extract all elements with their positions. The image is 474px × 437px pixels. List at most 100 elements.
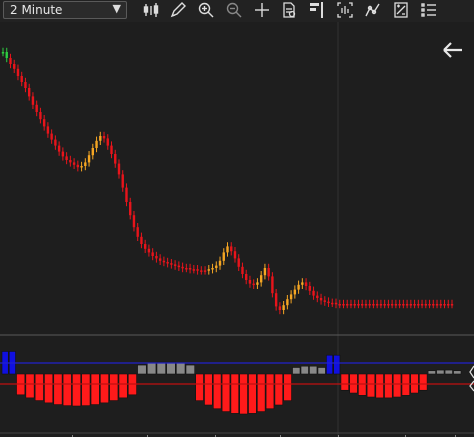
- candle-body: [432, 304, 435, 306]
- candle-body: [319, 298, 323, 301]
- candle-body: [383, 304, 386, 306]
- candle-body: [140, 236, 143, 244]
- candle-body: [267, 268, 270, 277]
- indicator-bar: [340, 373, 349, 391]
- indicator-bar: [358, 373, 367, 396]
- indicator-bar: [100, 373, 109, 404]
- indicator-bar: [444, 369, 453, 375]
- candle-body: [278, 306, 282, 310]
- candle-body: [155, 256, 158, 259]
- indicator-bar: [34, 373, 44, 401]
- candle-body: [435, 304, 439, 306]
- candle-body: [24, 82, 27, 88]
- candle-body: [271, 276, 274, 294]
- candle-body: [147, 248, 151, 253]
- candle-body: [252, 283, 255, 286]
- candle-body: [117, 163, 121, 175]
- candle-body: [353, 304, 356, 306]
- indicator-bar: [156, 361, 166, 375]
- timeframe-value: 2 Minute: [10, 3, 63, 17]
- candle-body: [69, 160, 72, 163]
- indicator-bar: [283, 373, 292, 401]
- candle-body: [222, 252, 225, 261]
- candle-body: [57, 145, 61, 152]
- candle-body: [368, 304, 371, 306]
- candle-body: [200, 270, 203, 272]
- candle-body: [61, 151, 65, 157]
- indicator-bar: [257, 373, 266, 412]
- candle-body: [286, 299, 289, 306]
- indicator-bar: [204, 373, 213, 406]
- candle-body: [181, 266, 184, 269]
- candle-body: [102, 136, 106, 139]
- candle-body: [331, 302, 334, 305]
- candle-body: [211, 268, 214, 270]
- indicator-bar: [176, 362, 186, 375]
- indicator-bar: [309, 365, 318, 375]
- candle-body: [405, 304, 409, 306]
- candle-body: [9, 58, 12, 64]
- zoom-out-icon[interactable]: [225, 1, 243, 19]
- candle-body: [301, 282, 304, 285]
- candle-body: [35, 104, 38, 112]
- templates-icon[interactable]: [420, 1, 438, 19]
- pencil-draw-icon[interactable]: [169, 1, 187, 19]
- candle-body: [132, 215, 136, 228]
- candle-body: [263, 268, 267, 276]
- data-box-icon[interactable]: [280, 1, 298, 19]
- indicator-bar: [292, 367, 301, 375]
- candle-body: [289, 294, 293, 300]
- toolbar: 2 Minute ▼: [0, 0, 474, 23]
- indicators-icon[interactable]: [364, 1, 382, 19]
- candle-body: [84, 162, 87, 166]
- candle-body: [346, 304, 349, 306]
- candle-body: [31, 96, 35, 105]
- candle-body: [245, 274, 248, 280]
- candle-body: [293, 289, 297, 295]
- candle-body: [248, 280, 252, 284]
- candle-body: [233, 251, 237, 259]
- indicator-bar: [221, 373, 231, 412]
- timeframe-select[interactable]: 2 Minute ▼: [3, 1, 127, 19]
- indicator-bar: [392, 373, 402, 398]
- candle-body: [42, 119, 46, 127]
- candle-body: [390, 304, 394, 306]
- candle-body: [207, 269, 210, 271]
- candle-body: [372, 304, 375, 306]
- candle-body: [95, 140, 98, 148]
- indicator-bar: [274, 373, 284, 406]
- chevron-down-icon: ▼: [112, 2, 121, 15]
- chart-trader-icon[interactable]: [308, 1, 326, 19]
- indicator-bar: [333, 354, 341, 375]
- zoom-in-icon[interactable]: [197, 1, 215, 19]
- indicator-bar: [118, 373, 128, 399]
- candle-body: [218, 260, 222, 266]
- candle-body: [308, 286, 312, 291]
- candle-body: [188, 268, 192, 270]
- candle-body: [316, 295, 319, 298]
- candle-body: [170, 263, 173, 265]
- candle-body: [125, 187, 128, 202]
- candle-body: [297, 284, 300, 290]
- candle-body: [91, 148, 94, 156]
- strategies-icon[interactable]: [392, 1, 410, 19]
- candle-body: [177, 265, 181, 268]
- price-chart[interactable]: [0, 22, 474, 437]
- indicator-bar: [401, 373, 410, 396]
- candle-body: [106, 138, 109, 146]
- candle-body: [65, 156, 68, 160]
- bar-chart-style-icon[interactable]: [142, 1, 160, 19]
- indicator-bar: [436, 369, 445, 375]
- candle-body: [196, 269, 199, 271]
- indicator-bar: [248, 373, 257, 414]
- candle-body: [304, 282, 308, 286]
- candle-body: [398, 304, 401, 306]
- indicator-bar: [317, 367, 326, 375]
- crosshair-icon[interactable]: [253, 1, 271, 19]
- indicator-bar: [146, 362, 157, 375]
- properties-icon[interactable]: [336, 1, 354, 19]
- candle-body: [136, 227, 139, 237]
- candle-body: [110, 145, 113, 154]
- candle-body: [402, 304, 405, 306]
- candle-body: [439, 304, 442, 306]
